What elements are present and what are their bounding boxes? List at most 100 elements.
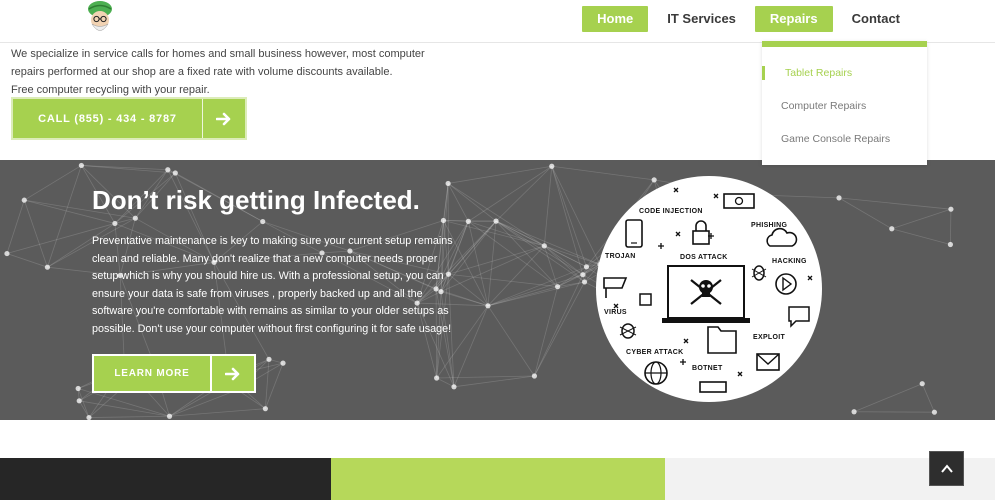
network-node: [931, 409, 938, 415]
phone-icon: [625, 219, 643, 248]
network-node: [836, 195, 842, 201]
network-node: [554, 284, 561, 290]
label-dos-attack: DOS ATTACK: [680, 254, 728, 261]
main-nav: Home IT Services Repairs Contact: [578, 6, 915, 32]
dropdown-item-game-console-repairs[interactable]: Game Console Repairs: [781, 133, 890, 145]
chat-icon: [788, 306, 810, 328]
dropdown-item-computer-repairs[interactable]: Computer Repairs: [781, 100, 866, 112]
section-headline: Don’t risk getting Infected.: [92, 185, 420, 215]
network-line: [534, 286, 558, 377]
network-line: [169, 389, 238, 417]
network-node: [260, 218, 266, 225]
cctv-icon: [603, 277, 628, 298]
network-line: [468, 165, 552, 222]
repairs-dropdown: Tablet Repairs Computer Repairs Game Con…: [762, 41, 927, 165]
scroll-to-top-button[interactable]: [929, 451, 964, 486]
network-line: [921, 383, 935, 413]
globe-icon: [644, 361, 668, 385]
label-phishing: PHISHING: [751, 222, 787, 229]
paragraph-line: Preventative maintenance is key to makin…: [92, 235, 453, 247]
network-line: [6, 200, 25, 254]
network-line: [487, 305, 535, 377]
network-node: [75, 385, 81, 392]
network-line: [447, 183, 497, 222]
nav-home[interactable]: Home: [582, 6, 649, 32]
network-line: [6, 253, 48, 268]
dropdown-item-tablet-repairs[interactable]: Tablet Repairs: [785, 67, 852, 79]
network-node: [76, 398, 82, 404]
network-node: [21, 197, 27, 203]
network-node: [485, 303, 491, 309]
network-line: [169, 408, 266, 417]
network-line: [447, 183, 469, 222]
chip-icon: [639, 293, 652, 306]
label-exploit: EXPLOIT: [753, 334, 785, 341]
intro-line: We specialize in service calls for homes…: [11, 48, 425, 60]
network-node: [434, 375, 440, 381]
network-node: [445, 180, 451, 187]
footer-block-green: [331, 458, 665, 500]
network-line: [534, 274, 584, 377]
divider: [202, 99, 203, 138]
network-node: [172, 170, 178, 176]
paragraph-line: possible. Don't use your computer withou…: [92, 322, 452, 335]
network-node: [465, 218, 471, 224]
network-line: [495, 220, 558, 287]
network-line: [23, 200, 48, 268]
network-line: [544, 245, 601, 265]
network-node: [851, 409, 857, 415]
network-node: [451, 384, 457, 390]
network-node: [44, 264, 51, 270]
arrow-right-icon: [212, 356, 254, 391]
call-button-label: CALL (855) - 434 - 8787: [38, 112, 177, 125]
network-line: [24, 165, 82, 201]
nav-contact[interactable]: Contact: [837, 6, 915, 32]
usb-icon: [699, 381, 727, 393]
virus-bug-icon: [619, 323, 637, 339]
label-cyber-attack: CYBER ATTACK: [626, 349, 684, 356]
network-line: [853, 383, 923, 413]
network-line: [495, 220, 545, 247]
bug-icon: [751, 265, 767, 281]
dropdown-accent-bar: [762, 41, 927, 47]
network-node: [78, 162, 84, 169]
label-virus: VIRUS: [604, 309, 627, 316]
logo-icon[interactable]: [86, 0, 114, 38]
network-node: [280, 360, 286, 366]
learn-more-button[interactable]: LEARN MORE: [92, 354, 256, 393]
label-botnet: BOTNET: [692, 365, 723, 372]
network-node: [541, 243, 547, 249]
section-paragraph: Preventative maintenance is key to makin…: [92, 233, 482, 339]
network-node: [583, 264, 590, 270]
paragraph-line: ensure your data is safe from viruses , …: [92, 287, 423, 300]
footer-block-dark: [0, 458, 331, 500]
threat-graphic: CODE INJECTION PHISHING TROJAN DOS ATTAC…: [596, 176, 822, 402]
network-line: [436, 377, 455, 388]
folder-icon: [707, 326, 737, 354]
decorative-marks: [613, 187, 813, 377]
network-line: [88, 415, 170, 418]
network-node: [919, 381, 925, 387]
call-button[interactable]: CALL (855) - 434 - 8787: [11, 97, 247, 140]
network-node: [948, 206, 954, 212]
intro-text: We specialize in service calls for homes…: [11, 45, 471, 99]
chevron-up-icon: [940, 463, 953, 473]
label-trojan: TROJAN: [605, 253, 636, 260]
network-node: [86, 414, 92, 420]
network-node: [947, 241, 954, 248]
site-header: Home IT Services Repairs Contact: [0, 0, 995, 43]
label-hacking: HACKING: [772, 258, 807, 265]
learn-more-label: LEARN MORE: [114, 368, 190, 379]
laptop-skull-icon: [662, 265, 750, 323]
nav-it-services[interactable]: IT Services: [652, 6, 751, 32]
network-node: [581, 279, 588, 285]
cloud-icon: [766, 227, 798, 247]
paragraph-line: setup which is why you should hire us. W…: [92, 270, 444, 283]
nav-repairs[interactable]: Repairs: [754, 6, 833, 32]
infected-section: Don’t risk getting Infected. Preventativ…: [0, 160, 995, 420]
network-line: [544, 245, 584, 276]
intro-line: repairs performed at our shop are a fixe…: [11, 66, 393, 78]
network-line: [891, 228, 951, 245]
network-node: [165, 167, 171, 173]
network-node: [440, 217, 447, 224]
